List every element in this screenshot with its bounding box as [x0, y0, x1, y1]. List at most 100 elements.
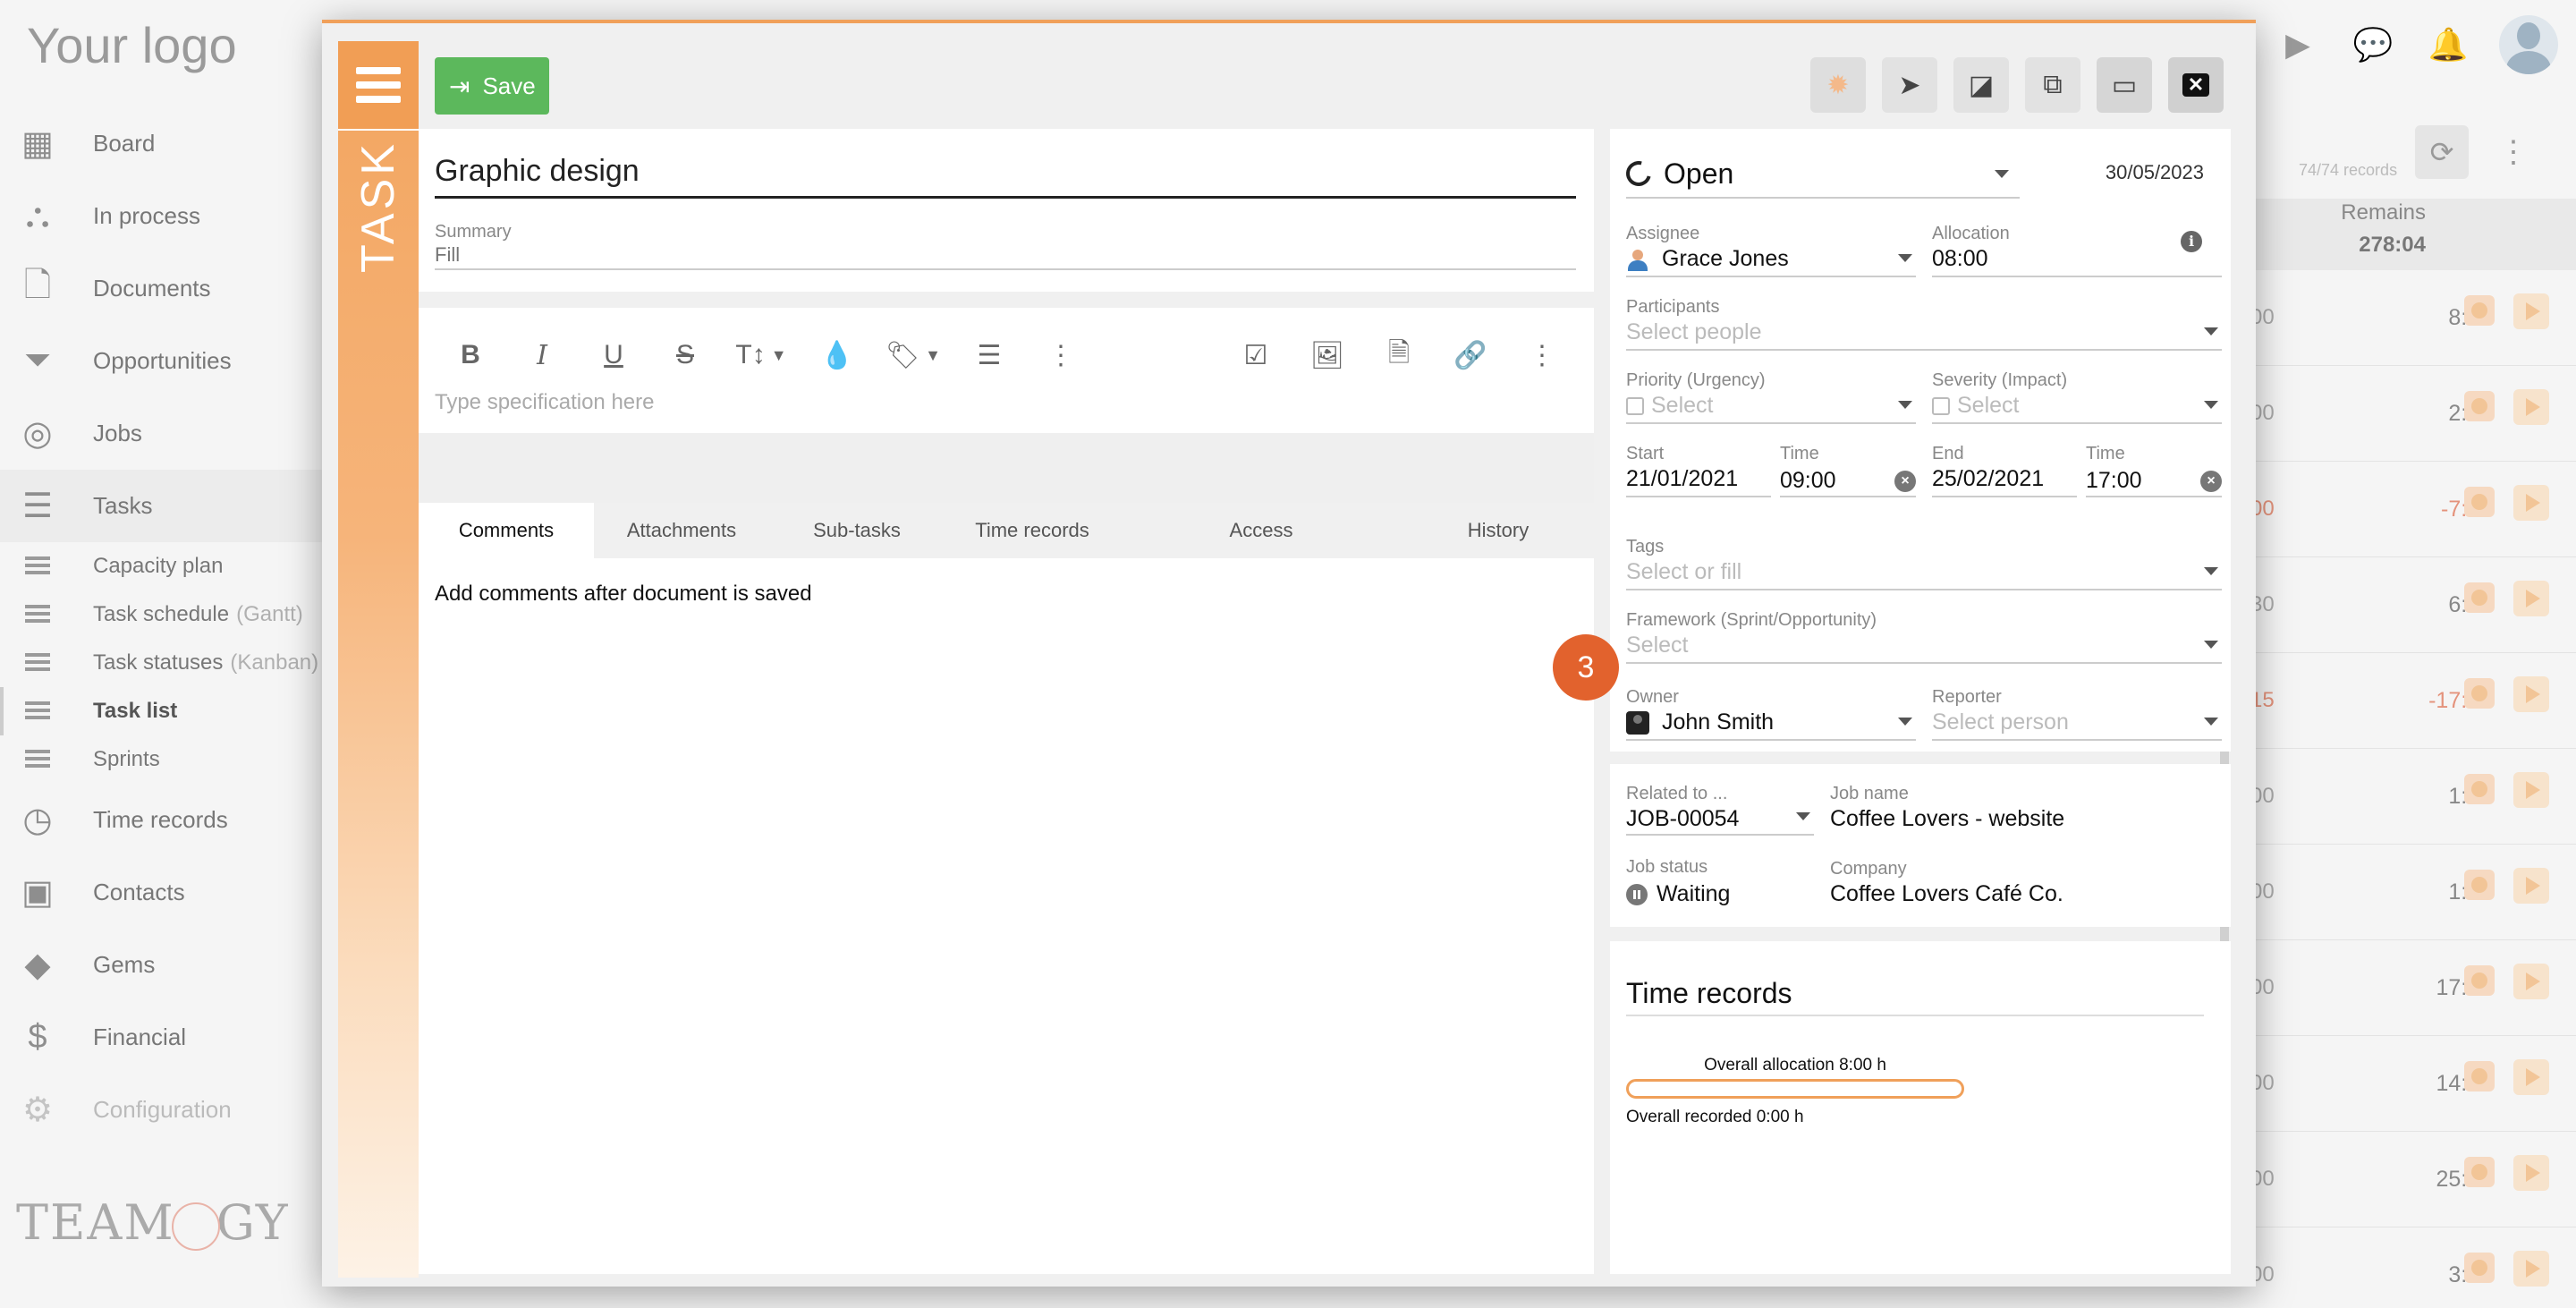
related-to-select[interactable]: Related to ... JOB-00054 — [1626, 784, 1814, 836]
sidebar-subitem-task-statuses[interactable]: Task statuses (Kanban) — [0, 639, 322, 687]
sidebar-item-tasks[interactable]: ☰ Tasks — [0, 470, 322, 542]
play-icon[interactable] — [2513, 1059, 2549, 1095]
sidebar-item-board[interactable]: ▦ Board — [0, 107, 322, 180]
table-row[interactable]: 003:00 — [2245, 1227, 2576, 1308]
task-title-input[interactable] — [435, 154, 1576, 199]
table-row[interactable]: 15 -17:15 — [2245, 653, 2576, 749]
info-icon[interactable]: i — [2181, 231, 2202, 252]
participants-select[interactable]: Participants Select people — [1626, 297, 2222, 351]
table-row[interactable]: 001:00 — [2245, 749, 2576, 845]
table-row[interactable]: 00-7:00 — [2245, 462, 2576, 557]
refresh-icon[interactable]: ⟳ — [2415, 125, 2469, 179]
close-button[interactable]: ✕ — [2168, 57, 2224, 113]
status-select[interactable]: Open — [1621, 150, 2020, 199]
owner-select[interactable]: Owner John Smith — [1626, 687, 1916, 741]
sidebar-item-financial[interactable]: $ Financial — [0, 1001, 322, 1074]
table-row[interactable]: 306:30 — [2245, 557, 2576, 653]
tab-attachments[interactable]: Attachments — [594, 503, 769, 558]
timer-icon[interactable] — [2464, 582, 2495, 613]
clear-icon[interactable]: × — [1894, 471, 1916, 492]
allocation-field[interactable]: Allocation 08:00 i — [1932, 224, 2222, 277]
link-icon[interactable]: 🔗 — [1435, 333, 1506, 378]
assignee-select[interactable]: Assignee Grace Jones — [1626, 224, 1916, 277]
chat-icon[interactable]: 💬 — [2349, 21, 2397, 69]
play-icon[interactable] — [2513, 1155, 2549, 1191]
kebab-menu-icon[interactable]: ⋮ — [2496, 125, 2531, 179]
timer-icon[interactable] — [2464, 1061, 2495, 1091]
spec-placeholder[interactable]: Type specification here — [435, 390, 654, 415]
play-icon[interactable] — [2513, 1251, 2549, 1287]
play-icon[interactable] — [2513, 293, 2549, 329]
send-icon[interactable]: ➤ — [1882, 57, 1937, 113]
timer-icon[interactable] — [2464, 678, 2495, 709]
tab-access[interactable]: Access — [1120, 503, 1402, 558]
underline-icon[interactable]: U — [578, 333, 649, 378]
text-size-icon[interactable]: T↕ ▼ — [721, 333, 801, 378]
table-row[interactable]: 001:00 — [2245, 845, 2576, 940]
sidebar-subitem-sprints[interactable]: Sprints — [0, 735, 322, 784]
menu-icon[interactable] — [338, 41, 419, 131]
image-icon[interactable]: 🖼 — [1292, 333, 1363, 378]
play-icon[interactable] — [2513, 868, 2549, 904]
play-icon[interactable] — [2513, 964, 2549, 999]
start-date-field[interactable]: Start 21/01/2021 — [1626, 444, 1771, 497]
play-icon[interactable] — [2513, 772, 2549, 808]
more-icon[interactable]: ⋮ — [1506, 333, 1578, 378]
timer-icon[interactable] — [2464, 1157, 2495, 1187]
checkbox-icon[interactable]: ☑ — [1220, 333, 1292, 378]
timer-icon[interactable] — [2464, 870, 2495, 900]
table-row[interactable]: 008:00 — [2245, 270, 2576, 366]
table-row[interactable]: 0025:00 — [2245, 1132, 2576, 1227]
sidebar-item-opportunities[interactable]: ⏷ Opportunities — [0, 325, 322, 397]
save-button[interactable]: ⇥ Save — [435, 57, 549, 115]
priority-select[interactable]: Priority (Urgency) Select — [1626, 370, 1916, 424]
start-time-field[interactable]: Time 09:00 × — [1780, 444, 1916, 497]
severity-select[interactable]: Severity (Impact) Select — [1932, 370, 2222, 424]
tags-select[interactable]: Tags Select or fill — [1626, 537, 2222, 590]
clear-icon[interactable]: × — [2200, 471, 2222, 492]
end-time-field[interactable]: Time 17:00 × — [2086, 444, 2222, 497]
copy-icon[interactable]: ⧉ — [2025, 57, 2080, 113]
timer-icon[interactable] — [2464, 295, 2495, 326]
table-row[interactable]: 0017:00 — [2245, 940, 2576, 1036]
more-icon[interactable]: ⋮ — [1025, 333, 1097, 378]
tab-time-records[interactable]: Time records — [945, 503, 1120, 558]
end-date-field[interactable]: End 25/02/2021 — [1932, 444, 2077, 497]
tab-history[interactable]: History — [1402, 503, 1594, 558]
sidebar-item-time-records[interactable]: ◷ Time records — [0, 784, 322, 856]
play-icon[interactable] — [2513, 485, 2549, 521]
strikethrough-icon[interactable]: S — [649, 333, 721, 378]
play-icon[interactable] — [2513, 581, 2549, 616]
sidebar-subitem-task-list[interactable]: Task list — [0, 687, 322, 735]
table-row[interactable]: 0014:00 — [2245, 1036, 2576, 1132]
video-icon[interactable]: ▶ — [2274, 21, 2322, 69]
bell-icon[interactable]: 🔔 — [2424, 21, 2472, 69]
color-drop-icon[interactable]: 💧 — [801, 333, 873, 378]
timer-icon[interactable] — [2464, 965, 2495, 996]
editor-body[interactable] — [419, 433, 1594, 503]
sidebar-item-documents[interactable]: 🗋 Documents — [0, 252, 322, 325]
tag-icon[interactable]: 🏷 ▼ — [873, 333, 953, 378]
file-icon[interactable]: 🗎 — [1363, 333, 1435, 378]
italic-icon[interactable]: I — [506, 333, 578, 378]
bold-icon[interactable]: B — [435, 333, 506, 378]
sidebar-subitem-capacity-plan[interactable]: Capacity plan — [0, 542, 322, 590]
bullet-list-icon[interactable]: ☰ — [953, 333, 1025, 378]
tab-comments[interactable]: Comments — [419, 503, 594, 558]
timer-icon[interactable] — [2464, 487, 2495, 517]
timer-icon[interactable] — [2464, 391, 2495, 421]
sidebar-item-configuration[interactable]: ⚙ Configuration — [0, 1074, 322, 1146]
tab-sub-tasks[interactable]: Sub-tasks — [769, 503, 945, 558]
note-icon[interactable]: ◪ — [1953, 57, 2009, 113]
sidebar-item-contacts[interactable]: ▣ Contacts — [0, 856, 322, 929]
window-icon[interactable]: ▭ — [2097, 57, 2152, 113]
settings-gear-icon[interactable]: ✹ — [1810, 57, 1866, 113]
framework-select[interactable]: Framework (Sprint/Opportunity) Select — [1626, 610, 2222, 664]
play-icon[interactable] — [2513, 389, 2549, 425]
reporter-select[interactable]: Reporter Select person — [1932, 687, 2222, 741]
play-icon[interactable] — [2513, 676, 2549, 712]
timer-icon[interactable] — [2464, 1253, 2495, 1283]
sidebar-item-jobs[interactable]: ◎ Jobs — [0, 397, 322, 470]
sidebar-item-gems[interactable]: ◆ Gems — [0, 929, 322, 1001]
sidebar-subitem-task-schedule[interactable]: Task schedule (Gantt) — [0, 590, 322, 639]
